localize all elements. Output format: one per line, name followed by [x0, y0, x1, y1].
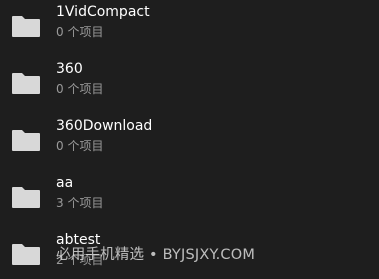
folder-item-aa[interactable]: aa 3 个项目 — [0, 171, 379, 228]
folder-icon — [11, 14, 41, 38]
folder-item-360[interactable]: 360 0 个项目 — [0, 57, 379, 114]
folder-name: 1VidCompact — [56, 4, 150, 20]
folder-icon — [11, 128, 41, 152]
folder-item-count: 0 个项目 — [56, 139, 104, 153]
folder-item-360download[interactable]: 360Download 0 个项目 — [0, 114, 379, 171]
folder-item-count: 3 个项目 — [56, 196, 104, 210]
watermark-text: 必用手机精选 • BYJSJXY.COM — [56, 247, 256, 263]
folder-item-count: 0 个项目 — [56, 25, 104, 39]
folder-name: 360 — [56, 61, 83, 77]
folder-name: aa — [56, 175, 74, 191]
folder-item-count: 0 个项目 — [56, 82, 104, 96]
folder-icon — [11, 242, 41, 266]
file-manager-screen: 1VidCompact 0 个项目 360 0 个项目 360Download … — [0, 0, 379, 279]
folder-item-1vidcompact[interactable]: 1VidCompact 0 个项目 — [0, 0, 379, 57]
folder-icon — [11, 71, 41, 95]
folder-name: 360Download — [56, 118, 153, 134]
folder-icon — [11, 185, 41, 209]
